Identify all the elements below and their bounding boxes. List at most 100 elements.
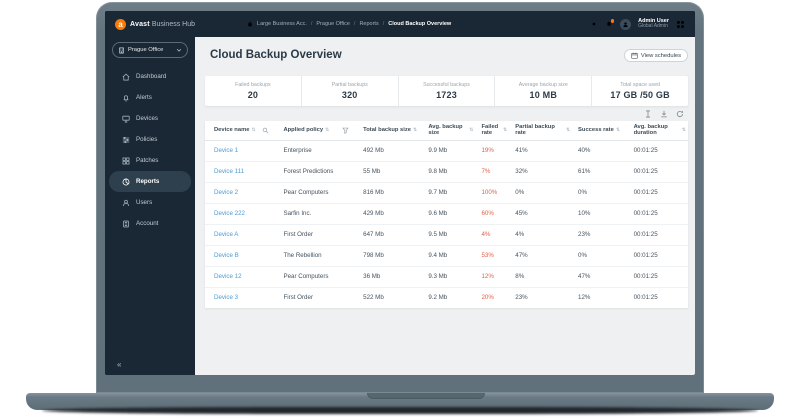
column-header-device-name[interactable]: Device name ⇅ — [205, 121, 277, 140]
brand[interactable]: a Avast Business Hub — [115, 19, 195, 30]
user-menu[interactable]: Admin User Global Admin — [638, 18, 669, 30]
topbar: a Avast Business Hub Large Business Acc.… — [105, 11, 695, 37]
filter-funnel-icon[interactable] — [342, 127, 349, 134]
cell-policy: The Rebellion — [277, 245, 357, 266]
sidebar-item-dashboard[interactable]: Dashboard — [109, 66, 191, 87]
sidebar-item-label: Reports — [136, 178, 159, 185]
sidebar-item-devices[interactable]: Devices — [109, 108, 191, 129]
org-selector-label: Prague Office — [128, 47, 163, 53]
device-link[interactable]: Device B — [205, 245, 277, 266]
account-icon — [122, 220, 130, 228]
backup-table: Device name ⇅ Applied p — [205, 121, 688, 308]
brand-name-bold: Avast — [130, 21, 150, 28]
sidebar-item-policies[interactable]: Policies — [109, 129, 191, 150]
cell-success-rate: 0% — [572, 182, 628, 203]
stat-label: Total space used — [620, 82, 660, 88]
breadcrumb-item[interactable]: Large Business Acc. — [257, 21, 307, 27]
columns-icon[interactable] — [644, 110, 652, 118]
cell-avg-size: 9.6 Mb — [422, 203, 475, 224]
refresh-icon[interactable] — [676, 110, 684, 118]
sort-icon: ⇅ — [682, 127, 686, 133]
brand-name-rest: Business Hub — [152, 21, 195, 28]
apps-grid-icon[interactable] — [676, 20, 685, 29]
sidebar-collapse-button[interactable]: « — [117, 360, 121, 369]
sort-icon: ⇅ — [616, 127, 620, 133]
user-role: Global Admin — [638, 24, 669, 30]
table-row: Device 2 Pear Computers 816 Mb 9.7 Mb 10… — [205, 182, 688, 203]
cell-success-rate: 0% — [572, 245, 628, 266]
device-link[interactable]: Device A — [205, 224, 277, 245]
users-icon — [122, 199, 130, 207]
sidebar-item-users[interactable]: Users — [109, 192, 191, 213]
cell-duration: 00:01:25 — [628, 224, 688, 245]
home-icon[interactable] — [247, 21, 253, 27]
page-background: a Avast Business Hub Large Business Acc.… — [0, 0, 800, 420]
table-row: Device 111 Forest Predictions 55 Mb 9.8 … — [205, 161, 688, 182]
breadcrumb-separator: / — [383, 21, 385, 27]
notifications-bell-icon[interactable] — [605, 20, 613, 28]
settings-gear-icon[interactable] — [590, 20, 598, 28]
search-icon[interactable] — [262, 127, 269, 134]
cell-avg-size: 9.2 Mb — [422, 287, 475, 308]
column-header-avg-backup-duration[interactable]: Avg. backup duration⇅ — [628, 121, 688, 140]
device-link[interactable]: Device 12 — [205, 266, 277, 287]
device-link[interactable]: Device 2 — [205, 182, 277, 203]
policies-icon — [122, 136, 130, 144]
page-title: Cloud Backup Overview — [210, 49, 342, 61]
stat-partial-backups: Partial backups 320 — [301, 76, 398, 106]
cell-partial-rate: 32% — [509, 161, 572, 182]
column-header-success-rate[interactable]: Success rate⇅ — [572, 121, 628, 140]
column-header-failed-rate[interactable]: Failed rate⇅ — [475, 121, 509, 140]
column-header-partial-backup-rate[interactable]: Partial backup rate⇅ — [509, 121, 572, 140]
cell-partial-rate: 0% — [509, 182, 572, 203]
view-schedules-label: View schedules — [641, 53, 681, 59]
breadcrumb-item[interactable]: Prague Office — [316, 21, 350, 27]
sidebar-item-account[interactable]: Account — [109, 213, 191, 234]
device-link[interactable]: Device 111 — [205, 161, 277, 182]
cell-total-size: 429 Mb — [357, 203, 422, 224]
stat-label: Successful backups — [423, 82, 470, 88]
sort-icon: ⇅ — [503, 127, 507, 133]
user-avatar[interactable] — [620, 19, 631, 30]
cell-failed-rate: 20% — [475, 287, 509, 308]
table-toolbar — [205, 106, 688, 121]
column-label: Applied policy — [283, 127, 323, 133]
cell-avg-size: 9.7 Mb — [422, 182, 475, 203]
cell-avg-size: 9.8 Mb — [422, 161, 475, 182]
sidebar-item-label: Account — [136, 220, 158, 227]
cell-policy: Pear Computers — [277, 182, 357, 203]
sort-icon: ⇅ — [469, 127, 473, 133]
cell-failed-rate: 4% — [475, 224, 509, 245]
stat-total-space-used: Total space used 17 GB /50 GB — [591, 76, 688, 106]
download-icon[interactable] — [660, 110, 668, 118]
column-label: Device name — [214, 127, 249, 133]
breadcrumb-item[interactable]: Reports — [359, 21, 378, 27]
sidebar-item-alerts[interactable]: Alerts — [109, 87, 191, 108]
cell-failed-rate: 19% — [475, 140, 509, 161]
column-header-total-backup-size[interactable]: Total backup size⇅ — [357, 121, 422, 140]
column-label: Avg. backup duration — [634, 124, 680, 136]
device-link[interactable]: Device 222 — [205, 203, 277, 224]
cell-partial-rate: 41% — [509, 140, 572, 161]
app-body: Prague Office Dashboard Alerts — [105, 37, 695, 375]
sidebar-item-patches[interactable]: Patches — [109, 150, 191, 171]
cell-failed-rate: 12% — [475, 266, 509, 287]
view-schedules-button[interactable]: View schedules — [624, 49, 688, 62]
cell-policy: Forest Predictions — [277, 161, 357, 182]
column-label: Partial backup rate — [515, 124, 564, 136]
device-link[interactable]: Device 3 — [205, 287, 277, 308]
org-selector[interactable]: Prague Office — [112, 42, 188, 58]
dashboard-icon — [122, 73, 130, 81]
content-header: Cloud Backup Overview View schedules — [205, 49, 688, 62]
column-label: Failed rate — [481, 124, 501, 136]
breadcrumb: Large Business Acc. / Prague Office / Re… — [247, 21, 451, 27]
cell-policy: First Order — [277, 287, 357, 308]
breadcrumb-current: Cloud Backup Overview — [388, 21, 451, 27]
column-label: Avg. backup size — [428, 124, 467, 136]
column-header-avg-backup-size[interactable]: Avg. backup size⇅ — [422, 121, 475, 140]
cell-total-size: 36 Mb — [357, 266, 422, 287]
sidebar: Prague Office Dashboard Alerts — [105, 37, 195, 375]
sidebar-item-reports[interactable]: Reports — [109, 171, 191, 192]
column-header-applied-policy[interactable]: Applied policy ⇅ — [277, 121, 357, 140]
device-link[interactable]: Device 1 — [205, 140, 277, 161]
